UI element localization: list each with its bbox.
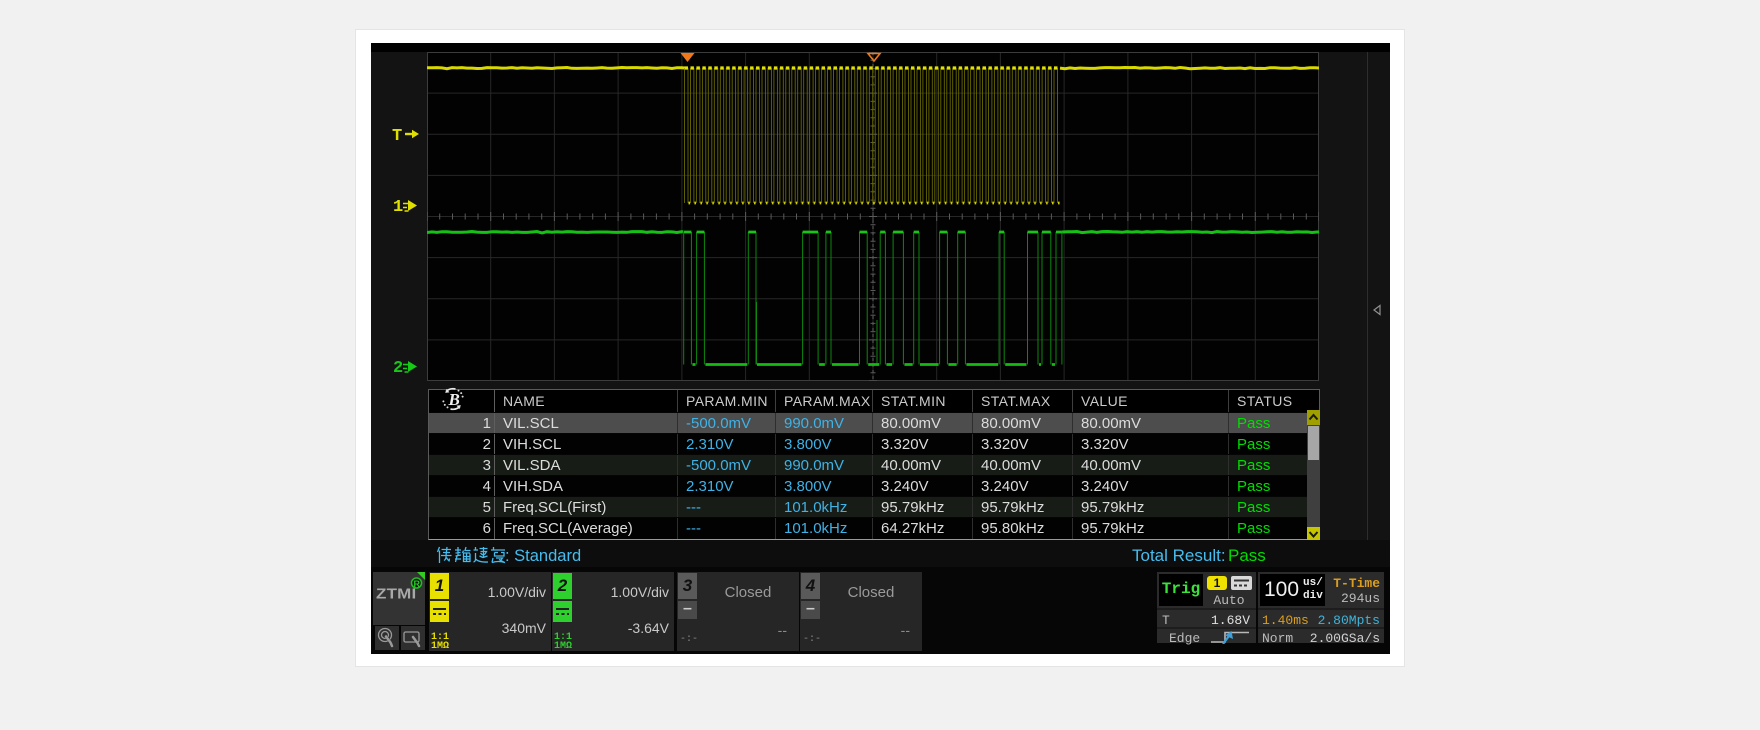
- svg-text:2: 2: [393, 359, 403, 378]
- svg-text:R: R: [414, 579, 421, 589]
- svg-text:1: 1: [393, 198, 403, 217]
- svg-text:T: T: [392, 127, 402, 146]
